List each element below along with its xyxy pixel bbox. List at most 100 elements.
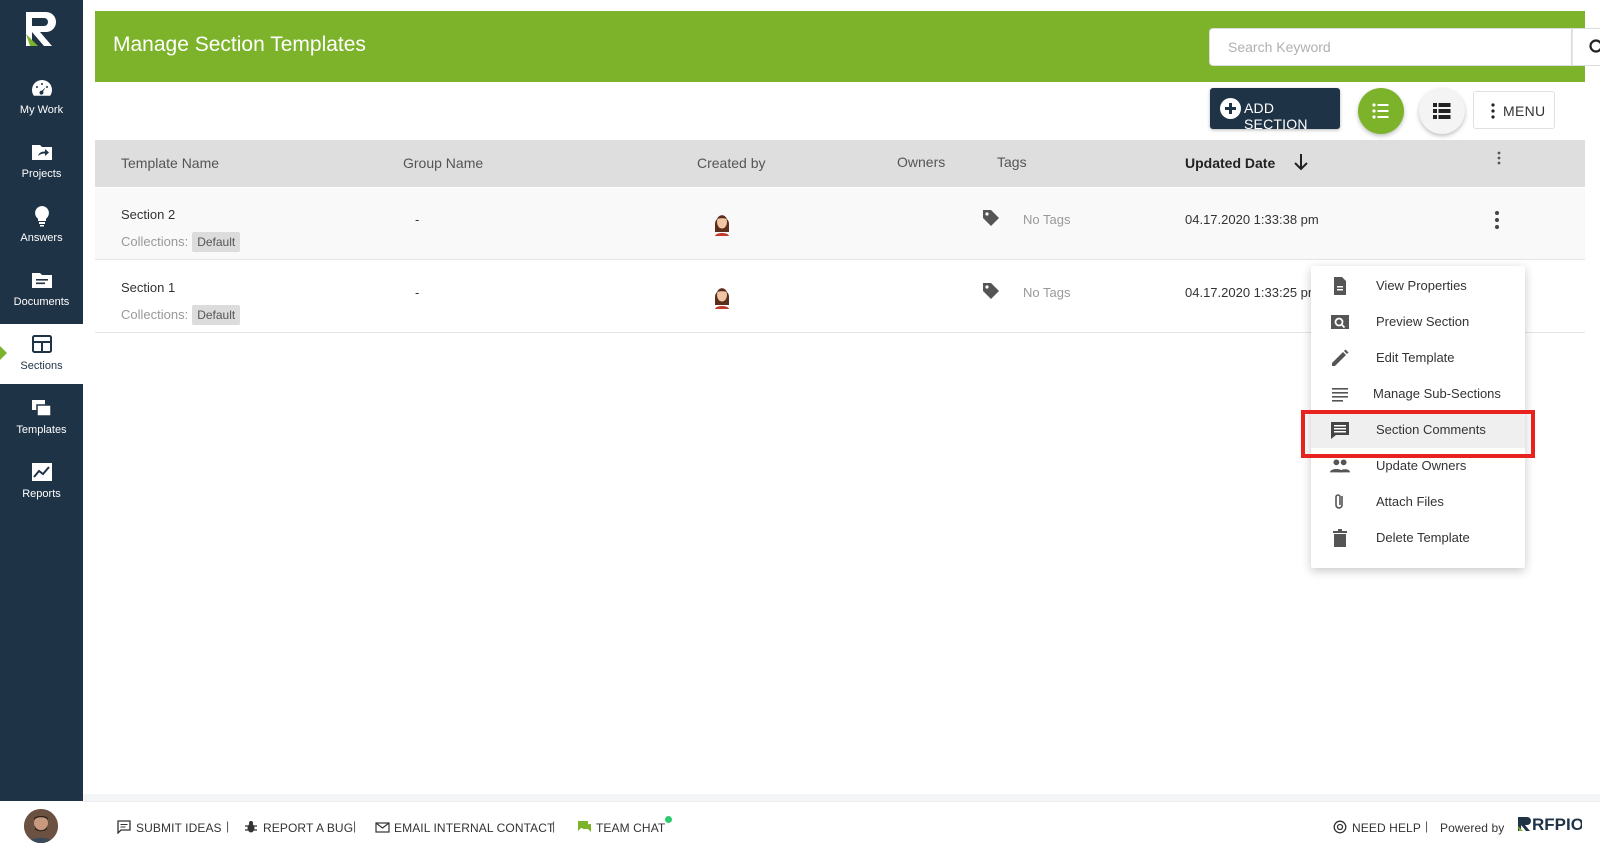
pencil-icon (1332, 349, 1349, 366)
menu-button[interactable]: MENU (1473, 91, 1555, 129)
brand-name: RFPIO (1532, 815, 1582, 834)
speedometer-icon (31, 80, 52, 96)
sidebar-item-my-work[interactable]: My Work (0, 68, 83, 128)
footer-separator: | (552, 819, 556, 833)
column-group-name[interactable]: Group Name (403, 155, 483, 171)
collections-info: Collections: Default (121, 305, 241, 325)
menu-item-label: Update Owners (1376, 458, 1467, 473)
table-row[interactable]: Section 2 Collections: Default - No Tags … (95, 188, 1585, 260)
creator-avatar-icon (715, 288, 729, 309)
collections-label: Collections: (121, 307, 189, 322)
highlight-annotation (1301, 410, 1535, 458)
table-view-icon (1433, 103, 1451, 119)
chart-icon (31, 463, 52, 481)
group-name: - (415, 285, 420, 300)
section-card-icon (31, 335, 52, 353)
column-owners[interactable]: Owners (897, 154, 945, 170)
chat-icon (578, 821, 591, 832)
sidebar-item-label: Templates (16, 424, 67, 436)
help-lifebuoy-icon (1333, 820, 1347, 834)
updated-date: 04.17.2020 1:33:38 pm (1185, 212, 1319, 227)
sidebar-item-answers[interactable]: Answers (0, 196, 83, 256)
report-bug-label: REPORT A BUG (263, 821, 354, 835)
sidebar-item-label: Sections (20, 360, 63, 372)
folder-share-icon (31, 145, 52, 160)
sidebar: My Work Projects Answers Documents Secti… (0, 0, 83, 849)
collections-label: Collections: (121, 234, 189, 249)
list-view-button[interactable] (1358, 88, 1404, 134)
sidebar-item-reports[interactable]: Reports (0, 452, 83, 512)
report-bug-link[interactable]: REPORT A BUG (244, 821, 353, 835)
team-chat-link[interactable]: TEAM CHAT (577, 821, 665, 835)
sidebar-item-label: Answers (20, 232, 63, 244)
document-icon (1334, 277, 1346, 295)
submit-ideas-link[interactable]: SUBMIT IDEAS (117, 820, 222, 835)
sidebar-item-label: Reports (22, 488, 61, 500)
sidebar-item-documents[interactable]: Documents (0, 260, 83, 320)
footer-separator: | (226, 819, 230, 833)
row-actions-kebab-icon[interactable] (1493, 210, 1501, 230)
lines-icon (1332, 388, 1348, 402)
sort-arrow-down-icon[interactable] (1292, 152, 1310, 172)
trash-icon (1333, 529, 1347, 547)
menu-label: MENU (1503, 103, 1546, 119)
tags-value: No Tags (1023, 285, 1071, 300)
sidebar-item-projects[interactable]: Projects (0, 132, 83, 192)
add-section-button[interactable]: ADD SECTION (1210, 88, 1340, 132)
template-name[interactable]: Section 1 (121, 280, 175, 295)
menu-item-manage-sub-sections[interactable]: Manage Sub-Sections (1311, 376, 1525, 412)
creator-avatar-icon (715, 215, 729, 236)
people-icon (1330, 459, 1350, 473)
online-status-dot (665, 816, 672, 823)
powered-by-label: Powered by (1440, 821, 1505, 835)
menu-item-label: Edit Template (1376, 350, 1455, 365)
search-input[interactable] (1210, 29, 1571, 65)
list-view-icon (1372, 103, 1389, 119)
page-title: Manage Section Templates (113, 33, 366, 56)
menu-item-label: Manage Sub-Sections (1373, 386, 1501, 401)
column-created-by[interactable]: Created by (697, 155, 765, 171)
sidebar-item-sections[interactable]: Sections (0, 324, 83, 384)
search-icon (1589, 39, 1600, 53)
footer: SUBMIT IDEAS | REPORT A BUG | EMAIL INTE… (83, 801, 1600, 849)
templates-stack-icon (31, 400, 52, 417)
email-contact-link[interactable]: EMAIL INTERNAL CONTACT (375, 821, 554, 835)
user-avatar[interactable] (24, 809, 58, 843)
menu-item-delete-template[interactable]: Delete Template (1311, 520, 1525, 556)
comment-outline-icon (117, 820, 131, 834)
sidebar-item-label: Projects (21, 168, 62, 180)
footer-separator: | (353, 819, 357, 833)
search-button[interactable] (1572, 28, 1600, 66)
rfpio-logo-icon[interactable] (24, 10, 60, 50)
menu-item-label: View Properties (1376, 278, 1467, 293)
rfpio-brand-logo[interactable]: RFPIO (1518, 814, 1582, 834)
add-section-label: ADD SECTION (1244, 100, 1308, 132)
plus-circle-icon (1220, 98, 1241, 119)
column-tags[interactable]: Tags (997, 154, 1027, 170)
folder-doc-icon (31, 273, 52, 288)
sidebar-item-templates[interactable]: Templates (0, 388, 83, 448)
column-options-kebab-icon[interactable] (1497, 151, 1501, 165)
search-box (1209, 28, 1572, 66)
menu-item-attach-files[interactable]: Attach Files (1311, 484, 1525, 520)
sidebar-item-label: My Work (19, 104, 64, 116)
template-name[interactable]: Section 2 (121, 207, 175, 222)
menu-item-preview-section[interactable]: Preview Section (1311, 304, 1525, 340)
menu-item-edit-template[interactable]: Edit Template (1311, 340, 1525, 376)
table-view-button[interactable] (1419, 88, 1465, 134)
menu-item-label: Delete Template (1376, 530, 1470, 545)
need-help-link[interactable]: NEED HELP (1333, 820, 1421, 835)
page-header: Manage Section Templates (95, 11, 1600, 82)
menu-item-view-properties[interactable]: View Properties (1311, 268, 1525, 304)
tags-value: No Tags (1023, 212, 1071, 227)
email-contact-label: EMAIL INTERNAL CONTACT (394, 821, 555, 835)
updated-date: 04.17.2020 1:33:25 pm (1185, 285, 1319, 300)
tag-icon (983, 210, 999, 226)
menu-item-label: Preview Section (1376, 314, 1470, 329)
column-updated-date[interactable]: Updated Date (1185, 155, 1275, 171)
envelope-icon (375, 822, 390, 833)
tag-icon (983, 283, 999, 299)
column-template-name[interactable]: Template Name (121, 155, 219, 171)
kebab-icon (1491, 103, 1495, 119)
group-name: - (415, 212, 420, 227)
